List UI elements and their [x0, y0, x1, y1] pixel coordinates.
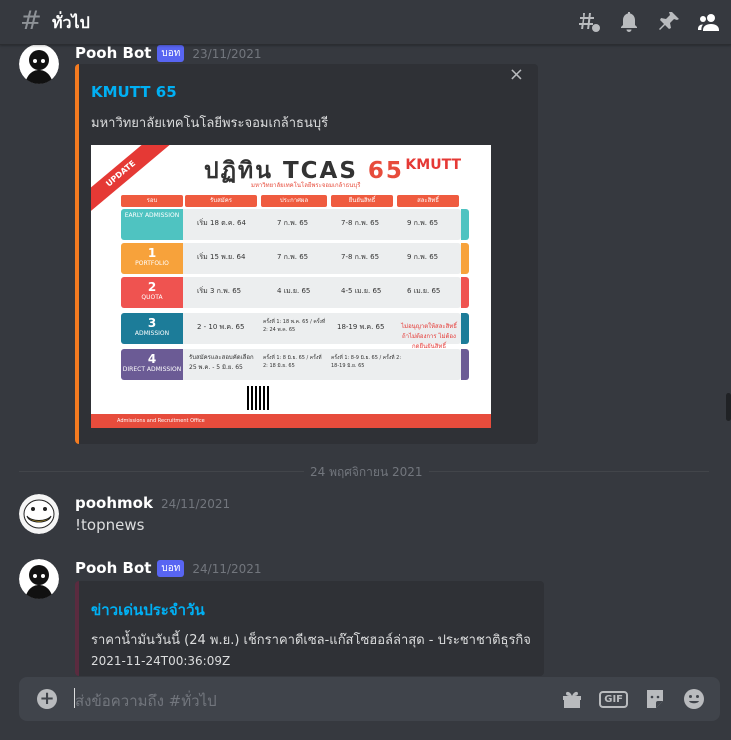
sticker-icon[interactable] [643, 687, 667, 711]
close-icon[interactable]: × [509, 64, 524, 85]
timestamp: 24/11/2021 [192, 562, 262, 576]
embed-description: มหาวิทยาลัยเทคโนโลยีพระจอมเกล้าธนบุรี [91, 116, 329, 131]
header-toolbar [577, 10, 721, 34]
poster-header: ประกาศผล [261, 195, 327, 207]
poster-footer: Admissions and Recruitment Office [91, 414, 491, 428]
poster-header: รับสมัคร [185, 195, 257, 207]
members-icon[interactable] [697, 10, 721, 34]
bot-badge: บอท [157, 560, 185, 577]
message-content: !topnews [75, 516, 145, 534]
message-header: poohmok 24/11/2021 [75, 494, 230, 512]
threads-icon[interactable] [577, 10, 601, 34]
hash-icon: # [20, 6, 42, 36]
plus-icon[interactable]: + [37, 689, 57, 709]
qr-code [247, 386, 271, 410]
message-header: Pooh Bot บอท 23/11/2021 [75, 44, 262, 62]
poster-header: รอบ [121, 195, 183, 207]
avatar[interactable] [19, 559, 59, 599]
emoji-icon[interactable] [682, 687, 706, 711]
message-composer: + ส่งข้อความถึง #ทั่วไป GIF [19, 677, 720, 721]
avatar[interactable] [19, 494, 59, 534]
embed-image[interactable]: UPDATE ปฏิทิน TCAS 65 มหาวิทยาลัยเทคโนโล… [91, 145, 491, 428]
kmutt-logo: KMUTT [405, 157, 461, 173]
message-header: Pooh Bot บอท 24/11/2021 [75, 559, 262, 577]
poster-special-note: ไม่อนุญาตให้สละสิทธิ์ ถ้าไม่ต้องการ ไม่ต… [401, 323, 457, 350]
poster-header: สละสิทธิ์ [397, 195, 459, 207]
poster-row: 2 QUOTA เริ่ม 3 ก.พ. 65 4 เม.ย. 65 4-5 เม… [121, 277, 469, 308]
composer-toolbar: GIF [560, 687, 706, 711]
embed-footer-time: 2021-11-24T00:36:09Z [91, 654, 231, 668]
scrollbar-thumb[interactable] [726, 393, 731, 421]
channel-name: ทั่วไป [52, 13, 90, 32]
embed-card: ข่าวเด่นประจำวัน ราคาน้ำมันวันนี้ (24 พ.… [75, 581, 544, 676]
author-name[interactable]: Pooh Bot [75, 559, 151, 577]
gift-icon[interactable] [560, 687, 584, 711]
embed-title[interactable]: KMUTT 65 [91, 83, 177, 101]
timestamp: 24/11/2021 [160, 497, 231, 511]
poster-row: EARLY ADMISSION เริ่ม 18 ต.ค. 64 7 ก.พ. … [121, 209, 469, 240]
poster-header: ยืนยันสิทธิ์ [331, 195, 393, 207]
pin-icon[interactable] [657, 10, 681, 34]
author-name[interactable]: Pooh Bot [75, 44, 151, 62]
embed-description: ราคาน้ำมันวันนี้ (24 พ.ย.) เช็กราคาดีเซล… [91, 633, 531, 648]
date-divider: 24 พฤศจิกายน 2021 [304, 463, 429, 482]
avatar[interactable] [19, 44, 59, 84]
poster-row: 1 PORTFOLIO เริ่ม 15 พ.ย. 64 7 ก.พ. 65 7-… [121, 243, 469, 274]
poster-row: 4 DIRECT ADMISSION รับสมัครและสอบคัดเลือก… [121, 349, 469, 380]
poster-subtitle: มหาวิทยาลัยเทคโนโลยีพระจอมเกล้าธนบุรี [251, 182, 361, 189]
bell-icon[interactable] [617, 10, 641, 34]
author-name[interactable]: poohmok [75, 494, 153, 512]
bot-badge: บอท [157, 45, 185, 62]
channel-header: # ทั่วไป [0, 0, 731, 45]
message-input[interactable]: ส่งข้อความถึง #ทั่วไป [75, 689, 217, 713]
gif-icon[interactable]: GIF [599, 690, 628, 708]
embed-title[interactable]: ข่าวเด่นประจำวัน [91, 598, 205, 622]
timestamp: 23/11/2021 [192, 47, 262, 61]
